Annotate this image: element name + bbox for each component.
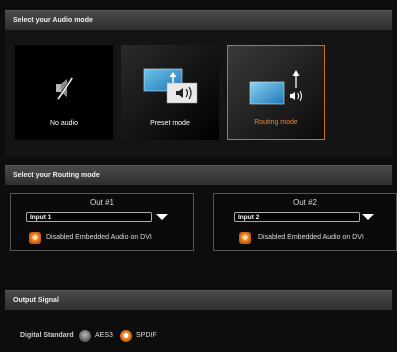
routing-mode-tile[interactable]: Routing mode (227, 45, 325, 140)
digital-standard-label: Digital Standard (20, 332, 74, 339)
routing-mode-label: Routing mode (254, 119, 298, 126)
out-2-box: Out #2 Input 2 Disabled Embedded Audio o… (213, 193, 397, 251)
preset-mode-tile[interactable]: Preset mode (121, 45, 219, 140)
no-audio-label: No audio (49, 120, 79, 127)
preset-mode-label: Preset mode (150, 120, 190, 127)
aes3-label: AES3 (95, 332, 113, 339)
no-audio-tile[interactable]: No audio (15, 45, 113, 140)
out-1-input-select[interactable]: Input 1 (26, 212, 152, 222)
mute-speaker-icon (56, 77, 73, 100)
out-1-checkbox-label: Disabled Embedded Audio on DVI (46, 234, 152, 241)
out-1-disable-audio-checkbox[interactable] (29, 232, 41, 244)
out-2-title: Out #2 (292, 198, 317, 207)
out-2-checkbox-label: Disabled Embedded Audio on DVI (258, 234, 364, 241)
spdif-radio[interactable] (120, 330, 132, 342)
display-audio-preset-icon (143, 68, 198, 104)
out-1-title: Out #1 (89, 198, 114, 207)
out-2-input-select[interactable]: Input 2 (234, 212, 360, 222)
aes3-radio[interactable] (79, 330, 91, 342)
chevron-down-icon[interactable] (156, 214, 168, 220)
out-1-box: Out #1 Input 1 Disabled Embedded Audio o… (10, 193, 194, 251)
output-signal-header: Output Signal (5, 290, 392, 310)
routing-mode-header: Select your Routing mode (5, 165, 392, 185)
display-audio-routing-icon (249, 70, 302, 105)
chevron-down-icon[interactable] (362, 214, 374, 220)
out-2-disable-audio-checkbox[interactable] (239, 232, 251, 244)
spdif-label: SPDIF (136, 332, 157, 339)
audio-mode-header: Select your Audio mode (5, 10, 392, 30)
